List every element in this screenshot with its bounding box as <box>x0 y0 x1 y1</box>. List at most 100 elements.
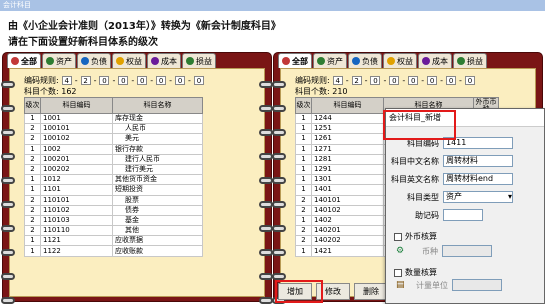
code-rule-digit[interactable]: 0 <box>156 76 167 85</box>
level-cell: 1 <box>24 184 41 196</box>
unit-field[interactable] <box>452 279 502 291</box>
code-cell: 110101 <box>40 194 113 206</box>
code-rule: 编码规则: 4- 2- 0- 0- 0- 0- 0- 0 <box>24 75 204 86</box>
code-rule-digit[interactable]: 2 <box>351 76 362 85</box>
level-cell: 2 <box>24 163 41 176</box>
quantity-checkbox[interactable] <box>394 268 402 277</box>
currency-label: 币种 <box>422 246 438 256</box>
code-cell: 1401 <box>311 184 384 196</box>
column-header-code[interactable]: 科目编码 <box>311 97 384 114</box>
mnemonic-field[interactable] <box>443 209 483 221</box>
table-row[interactable]: 2 110103 基金 <box>24 214 203 227</box>
table-row[interactable]: 2 100101 人民币 <box>24 123 203 135</box>
name-cell: 其他货币资金 <box>112 174 203 186</box>
chinese-name-field[interactable]: 周转材料 <box>443 155 513 167</box>
tab-cost[interactable]: 成本 <box>147 53 181 68</box>
chevron-down-icon: ▾ <box>507 192 512 201</box>
level-cell: 2 <box>295 235 312 247</box>
level-cell: 2 <box>24 204 41 216</box>
table-row[interactable]: 1 1012 其他货币资金 <box>24 174 203 186</box>
tab-equity[interactable]: 权益 <box>383 53 417 68</box>
table-row[interactable]: 2 110110 其他 <box>24 225 203 237</box>
tab-equity[interactable]: 权益 <box>112 53 146 68</box>
code-cell: 140101 <box>311 194 384 206</box>
code-cell: 140201 <box>311 225 384 237</box>
tab-liability[interactable]: 负债 <box>77 53 111 68</box>
code-rule-digit[interactable]: 0 <box>193 76 204 85</box>
code-cell: 110103 <box>40 214 113 227</box>
level-cell: 2 <box>24 194 41 206</box>
english-name-field[interactable]: 周转材料end <box>443 173 513 185</box>
level-cell: 1 <box>295 163 312 176</box>
tab-profit-loss[interactable]: 损益 <box>182 53 216 68</box>
code-rule-digit[interactable]: 0 <box>370 76 381 85</box>
column-header-level[interactable]: 级次 <box>295 97 312 114</box>
column-header-level[interactable]: 级次 <box>24 97 41 114</box>
level-cell: 2 <box>24 214 41 227</box>
column-header-name[interactable]: 科目名称 <box>112 97 203 114</box>
window-title: 会计科目 <box>0 0 545 11</box>
table-row[interactable]: 2 100102 美元 <box>24 133 203 145</box>
code-rule-digit[interactable]: 2 <box>80 76 91 85</box>
code-cell: 1271 <box>311 143 384 155</box>
name-cell: 基金 <box>112 214 203 227</box>
tab-asset[interactable]: 资产 <box>42 53 76 68</box>
tab-asset[interactable]: 资产 <box>313 53 347 68</box>
profit-icon <box>186 57 194 65</box>
level-cell: 1 <box>295 245 312 257</box>
foreign-currency-checkbox[interactable] <box>394 232 402 241</box>
tab-profit-loss[interactable]: 损益 <box>453 53 487 68</box>
table-row[interactable]: 2 110101 股票 <box>24 194 203 206</box>
currency-select[interactable] <box>442 245 492 257</box>
tab-cost[interactable]: 成本 <box>418 53 452 68</box>
table-row[interactable]: 1 1121 应收票据 <box>24 235 203 247</box>
code-rule-digit[interactable]: 0 <box>137 76 148 85</box>
level-cell: 1 <box>295 112 312 125</box>
name-cell: 人民币 <box>112 123 203 135</box>
name-cell: 短期投资 <box>112 184 203 196</box>
code-rule-digit[interactable]: 0 <box>118 76 129 85</box>
table-row[interactable]: 1 1002 银行存款 <box>24 143 203 155</box>
table-row[interactable]: 2 100202 建行美元 <box>24 163 203 176</box>
level-cell: 1 <box>295 184 312 196</box>
name-cell: 股票 <box>112 194 203 206</box>
code-cell: 110102 <box>40 204 113 216</box>
code-rule-digit[interactable]: 0 <box>446 76 457 85</box>
code-rule-digit[interactable]: 0 <box>389 76 400 85</box>
table-row[interactable]: 2 100201 建行人民币 <box>24 153 203 165</box>
level-cell: 2 <box>24 133 41 145</box>
table-row[interactable]: 1 1001 库存现金 <box>24 112 203 125</box>
code-rule-digit[interactable]: 0 <box>427 76 438 85</box>
account-count: 科目个数: 210 <box>295 87 348 96</box>
level-cell: 1 <box>295 174 312 186</box>
code-cell: 1012 <box>40 174 113 186</box>
binder-rings <box>1 81 15 304</box>
equity-icon <box>387 57 395 65</box>
name-cell: 建行人民币 <box>112 153 203 165</box>
table-row[interactable]: 1 1122 应收账款 <box>24 245 203 257</box>
level-cell: 2 <box>24 225 41 237</box>
code-cell: 1101 <box>40 184 113 196</box>
name-cell: 建行美元 <box>112 163 203 176</box>
name-cell: 应收账款 <box>112 245 203 257</box>
tab-all[interactable]: 全部 <box>278 53 312 68</box>
code-cell: 1402 <box>311 214 384 227</box>
table-row[interactable]: 1 1101 短期投资 <box>24 184 203 196</box>
mnemonic-label: 助记码 <box>415 210 439 220</box>
delete-button[interactable]: 删除 <box>354 283 388 300</box>
quantity-label: 数量核算 <box>405 268 437 277</box>
code-cell: 100101 <box>40 123 113 135</box>
account-type-select[interactable]: 资产 ▾ <box>443 191 513 203</box>
ruler-icon: ▤ <box>396 280 405 290</box>
code-rule-digit[interactable]: 0 <box>99 76 110 85</box>
name-cell: 债券 <box>112 204 203 216</box>
code-rule-digit[interactable]: 0 <box>464 76 475 85</box>
tab-all[interactable]: 全部 <box>7 53 41 68</box>
column-header-code[interactable]: 科目编码 <box>40 97 113 114</box>
code-rule-digit[interactable]: 4 <box>61 76 72 85</box>
table-row[interactable]: 2 110102 债券 <box>24 204 203 216</box>
code-rule-digit[interactable]: 0 <box>175 76 186 85</box>
code-rule-digit[interactable]: 0 <box>408 76 419 85</box>
tab-liability[interactable]: 负债 <box>348 53 382 68</box>
code-rule-digit[interactable]: 4 <box>332 76 343 85</box>
